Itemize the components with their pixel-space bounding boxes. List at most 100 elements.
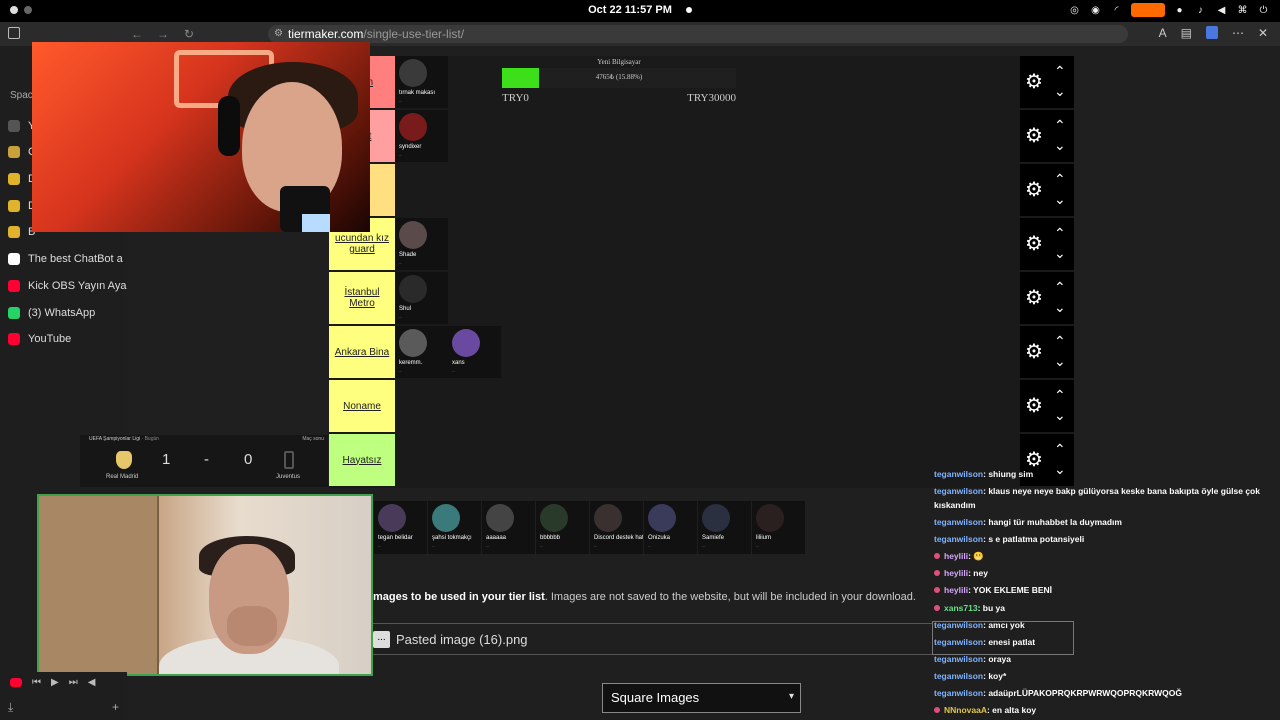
sidebar-item-label: YouTube xyxy=(28,333,72,345)
chevron-up-icon[interactable]: ⌃ xyxy=(1054,442,1066,456)
chat-username[interactable]: xans713 xyxy=(944,603,978,613)
tier-label-text: Hayatsız xyxy=(342,454,382,466)
youtube-icon[interactable] xyxy=(10,677,22,687)
sidebar-item[interactable]: (3) WhatsApp xyxy=(8,303,95,323)
sidebar-toggle-icon[interactable] xyxy=(8,27,20,39)
chevron-up-icon[interactable]: ⌃ xyxy=(1054,64,1066,78)
download-icon[interactable]: ⤓ xyxy=(8,700,13,716)
tier-label[interactable]: İstanbul Metro xyxy=(329,272,395,324)
chat-text: : koy* xyxy=(983,671,1007,681)
volume-icon[interactable]: ◀ xyxy=(1215,4,1228,17)
gear-icon[interactable]: ⚙ xyxy=(1025,396,1045,416)
tier-items-area[interactable]: Shul... xyxy=(395,272,1020,324)
back-button[interactable]: ← xyxy=(130,27,144,41)
tier-items-area[interactable]: keremm.... xans... xyxy=(395,326,1020,378)
network-icon[interactable]: ⌘ xyxy=(1236,4,1249,17)
gear-icon[interactable]: ⚙ xyxy=(1025,234,1045,254)
pool-item[interactable]: aaaaaa... xyxy=(482,501,535,554)
pool-item[interactable]: Discord destek hattı... xyxy=(590,501,643,554)
pool-item[interactable]: liliium... xyxy=(752,501,805,554)
address-bar[interactable]: ⚙ tiermaker.com/single-use-tier-list/ xyxy=(268,25,1128,43)
favicon xyxy=(8,226,20,238)
chevron-down-icon[interactable]: ⌄ xyxy=(1054,192,1066,206)
chat-text: : s e patlatma potansiyeli xyxy=(983,534,1085,544)
chevron-up-icon[interactable]: ⌃ xyxy=(1054,334,1066,348)
forward-button[interactable]: → xyxy=(156,27,170,41)
obs-icon[interactable]: ◉ xyxy=(1089,4,1102,17)
image-shape-select[interactable]: Square Images ▾ xyxy=(602,683,801,713)
play-icon[interactable]: ▶ xyxy=(51,677,59,688)
chat-username[interactable]: teganwilson xyxy=(934,654,983,664)
tier-item[interactable]: Shul... xyxy=(395,272,448,324)
tier-item[interactable]: tırnak makası... xyxy=(395,56,448,108)
chat-username[interactable]: heylili xyxy=(944,585,968,595)
sidebar-item[interactable]: YouTube xyxy=(8,329,71,349)
choose-file-button[interactable]: ... xyxy=(373,630,390,648)
sidebar-item[interactable]: The best ChatBot a xyxy=(8,249,123,269)
gear-icon[interactable]: ⚙ xyxy=(1025,126,1045,146)
tier-label[interactable]: Hayatsız xyxy=(329,434,395,486)
previous-icon[interactable]: ⏮ xyxy=(32,677,41,688)
chevron-up-icon[interactable]: ⌃ xyxy=(1054,280,1066,294)
discord-icon[interactable]: ◎ xyxy=(1068,4,1081,17)
tier-items-area[interactable] xyxy=(395,434,1020,486)
tier-items-area[interactable]: syndixer... xyxy=(395,110,1020,162)
chevron-down-icon[interactable]: ⌄ xyxy=(1054,300,1066,314)
power-icon[interactable]: ⏻ xyxy=(1257,4,1270,17)
chevron-down-icon[interactable]: ⌄ xyxy=(1054,246,1066,260)
chevron-up-icon[interactable]: ⌃ xyxy=(1054,118,1066,132)
screen-record-indicator[interactable] xyxy=(1131,3,1165,17)
sidebar-item[interactable]: Kick OBS Yayın Aya xyxy=(8,276,126,296)
chevron-down-icon[interactable]: ⌄ xyxy=(1054,354,1066,368)
chat-username[interactable]: teganwilson xyxy=(934,534,983,544)
mic-icon[interactable]: ♪ xyxy=(1194,4,1207,17)
tier-label[interactable]: Noname xyxy=(329,380,395,432)
tier-items-area[interactable] xyxy=(395,380,1020,432)
file-input[interactable]: ... Pasted image (16).png xyxy=(373,623,933,655)
shield-icon[interactable] xyxy=(1205,26,1218,39)
pool-item[interactable]: Samiefe... xyxy=(698,501,751,554)
chat-username[interactable]: teganwilson xyxy=(934,469,983,479)
tier-items-area[interactable] xyxy=(395,164,1020,216)
close-tab-button[interactable]: ✕ xyxy=(1258,26,1268,40)
chat-username[interactable]: heylili xyxy=(944,551,968,561)
add-tab-button[interactable]: + xyxy=(112,700,119,716)
pool-item[interactable]: şahsi tokmakçı... xyxy=(428,501,481,554)
next-icon[interactable]: ⏭ xyxy=(69,677,78,688)
tier-item[interactable]: xans... xyxy=(448,326,501,378)
menu-button[interactable]: ⋯ xyxy=(1232,26,1244,40)
gear-icon[interactable]: ⚙ xyxy=(1025,180,1045,200)
gear-icon[interactable]: ⚙ xyxy=(1025,342,1045,362)
tier-item[interactable]: keremm.... xyxy=(395,326,448,378)
tier-item[interactable]: syndixer... xyxy=(395,110,448,162)
gear-icon[interactable]: ⚙ xyxy=(1025,288,1045,308)
chevron-up-icon[interactable]: ⌃ xyxy=(1054,388,1066,402)
chevron-down-icon[interactable]: ⌄ xyxy=(1054,138,1066,152)
chat-username[interactable]: teganwilson xyxy=(934,517,983,527)
tier-items-area[interactable]: Shade... xyxy=(395,218,1020,270)
guest-webcam xyxy=(37,494,373,676)
chevron-up-icon[interactable]: ⌃ xyxy=(1054,226,1066,240)
gear-icon[interactable]: ⚙ xyxy=(1025,72,1045,92)
chat-username[interactable]: heylili xyxy=(944,568,968,578)
reload-button[interactable]: ↻ xyxy=(182,27,196,41)
chat-username[interactable]: teganwilson xyxy=(934,486,983,496)
chat-username[interactable]: teganwilson xyxy=(934,688,983,698)
steam-icon[interactable]: ● xyxy=(1173,4,1186,17)
pool-item[interactable]: Onizuka... xyxy=(644,501,697,554)
tier-controls: ⚙ ⌃ ⌄ xyxy=(1020,326,1074,378)
tier-item[interactable]: Shade... xyxy=(395,218,448,270)
chevron-down-icon[interactable]: ⌄ xyxy=(1054,408,1066,422)
donation-progress-text: 4765₺ (15.88%) xyxy=(595,73,643,81)
chevron-down-icon[interactable]: ⌄ xyxy=(1054,84,1066,98)
pool-item[interactable]: bbbbbb... xyxy=(536,501,589,554)
chat-username[interactable]: NNnovaaA xyxy=(944,705,987,715)
pool-item[interactable]: tegan belidar... xyxy=(374,501,427,554)
site-info-icon[interactable]: ⚙ xyxy=(274,25,283,43)
tier-label[interactable]: Ankara Bina xyxy=(329,326,395,378)
translate-icon[interactable]: A xyxy=(1159,26,1167,40)
chat-username[interactable]: teganwilson xyxy=(934,671,983,681)
volume-icon[interactable]: ◀ xyxy=(88,677,96,688)
reader-icon[interactable]: ▤ xyxy=(1181,26,1192,40)
chevron-up-icon[interactable]: ⌃ xyxy=(1054,172,1066,186)
